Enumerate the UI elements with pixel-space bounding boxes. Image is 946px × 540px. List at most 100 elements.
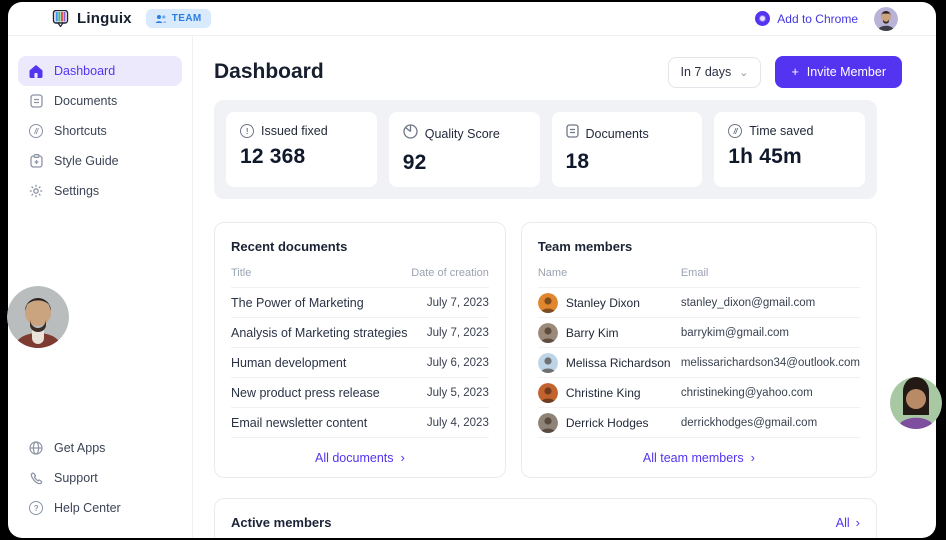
member-email: melissarichardson34@outlook.com	[680, 356, 860, 369]
team-badge-label: TEAM	[171, 13, 202, 24]
stat-value: 12 368	[240, 145, 306, 168]
chevron-right-icon: ›	[400, 450, 405, 465]
sidebar-item-label: Shortcuts	[54, 124, 107, 138]
all-documents-link[interactable]: All documents ›	[231, 450, 489, 465]
gear-icon	[28, 184, 44, 198]
period-dropdown-value: In 7 days	[680, 65, 732, 79]
sidebar-item-label: Style Guide	[54, 154, 119, 168]
globe-icon	[28, 441, 44, 455]
sidebar-item-label: Documents	[54, 94, 118, 108]
people-icon	[155, 14, 167, 23]
plus-icon: +	[791, 65, 799, 79]
add-to-chrome-button[interactable]: Add to Chrome	[755, 11, 858, 26]
decorative-avatar-woman	[890, 377, 942, 429]
member-row[interactable]: Derrick Hodges derrickhodges@gmail.com	[537, 408, 860, 438]
user-avatar-image	[874, 6, 898, 31]
stat-label: Documents	[585, 126, 649, 141]
member-avatar	[537, 322, 558, 343]
document-title: New product press release	[231, 385, 380, 400]
sidebar-item-style-guide[interactable]: Style Guide	[18, 146, 182, 176]
column-header-name: Name	[537, 267, 568, 279]
team-members-card: Team members Name Email Stanley Dixon st…	[520, 222, 877, 478]
document-title: Analysis of Marketing strategies	[231, 325, 408, 340]
member-name: Barry Kim	[565, 325, 619, 340]
stat-card-time-saved: // Time saved 1h 45m	[714, 112, 865, 187]
column-header-email: Email	[680, 267, 709, 279]
member-avatar	[537, 382, 558, 403]
member-email: christineking@yahoo.com	[680, 386, 813, 399]
active-members-all-link[interactable]: All ›	[836, 515, 860, 530]
linguix-logo-icon	[52, 10, 69, 27]
all-team-members-link[interactable]: All team members ›	[538, 450, 860, 465]
document-row[interactable]: Human development July 6, 2023	[231, 348, 489, 378]
main-content: Dashboard In 7 days ⌄ + Invite Member ! …	[193, 36, 936, 538]
slashes-circle-icon: //	[728, 124, 743, 138]
stat-card-documents: Documents 18	[551, 112, 703, 187]
question-circle-icon: ?	[28, 501, 44, 515]
document-row[interactable]: Analysis of Marketing strategies July 7,…	[231, 318, 489, 348]
document-row[interactable]: Email newsletter content July 4, 2023	[231, 408, 489, 438]
add-to-chrome-label: Add to Chrome	[777, 11, 858, 26]
page-title: Dashboard	[214, 60, 324, 83]
team-badge[interactable]: TEAM	[145, 9, 211, 28]
document-date: July 5, 2023	[426, 386, 489, 399]
sidebar-item-label: Support	[54, 471, 98, 485]
member-email: barrykim@gmail.com	[680, 326, 790, 339]
period-dropdown[interactable]: In 7 days ⌄	[667, 56, 762, 88]
sidebar-item-label: Get Apps	[54, 441, 106, 455]
sidebar-item-settings[interactable]: Settings	[18, 176, 182, 206]
recent-documents-title: Recent documents	[231, 239, 348, 254]
document-title: Human development	[231, 355, 347, 370]
member-row[interactable]: Christine King christineking@yahoo.com	[537, 378, 860, 408]
sidebar-item-label: Settings	[54, 184, 100, 198]
column-header-date: Date of creation	[411, 267, 489, 279]
member-row[interactable]: Melissa Richardson melissarichardson34@o…	[537, 348, 860, 378]
stat-label: Issued fixed	[261, 124, 328, 138]
stat-card-issued-fixed: ! Issued fixed 12 368	[226, 112, 377, 187]
document-icon	[565, 124, 579, 143]
document-date: July 4, 2023	[426, 416, 489, 429]
chevron-right-icon: ›	[855, 515, 860, 530]
document-icon	[28, 94, 44, 108]
member-email: stanley_dixon@gmail.com	[680, 296, 816, 309]
member-row[interactable]: Barry Kim barrykim@gmail.com	[537, 318, 860, 348]
phone-icon	[28, 472, 44, 485]
slashes-circle-icon: //	[28, 124, 44, 138]
sidebar-item-label: Dashboard	[54, 64, 116, 78]
sidebar-item-get-apps[interactable]: Get Apps	[18, 433, 182, 463]
active-members-card: Active members All › 100	[214, 498, 877, 538]
member-avatar	[537, 292, 558, 313]
sidebar-item-shortcuts[interactable]: // Shortcuts	[18, 116, 182, 146]
user-avatar[interactable]	[874, 6, 898, 31]
document-date: July 6, 2023	[426, 356, 489, 369]
decorative-avatar-man	[7, 286, 69, 348]
app-window: Linguix TEAM Add to Chrome Dashboard Doc…	[8, 2, 936, 538]
invite-member-button[interactable]: + Invite Member	[775, 56, 902, 88]
sidebar-item-documents[interactable]: Documents	[18, 86, 182, 116]
alert-circle-icon: !	[240, 124, 254, 138]
stat-value: 18	[565, 150, 590, 173]
member-name: Melissa Richardson	[565, 355, 671, 370]
document-row[interactable]: The Power of Marketing July 7, 2023	[231, 288, 489, 318]
all-documents-label: All documents	[314, 450, 394, 465]
member-name: Stanley Dixon	[565, 295, 640, 310]
document-date: July 7, 2023	[426, 326, 489, 339]
sidebar-item-label: Help Center	[54, 501, 121, 515]
chrome-icon	[755, 11, 771, 26]
member-name: Christine King	[565, 385, 641, 400]
stats-strip: ! Issued fixed 12 368 Quality Score 92 D…	[214, 100, 877, 199]
home-icon	[28, 64, 44, 78]
member-row[interactable]: Stanley Dixon stanley_dixon@gmail.com	[537, 288, 860, 318]
all-team-members-label: All team members	[642, 450, 744, 465]
logo[interactable]: Linguix	[52, 10, 132, 27]
sidebar-item-dashboard[interactable]: Dashboard	[18, 56, 182, 86]
document-row[interactable]: New product press release July 5, 2023	[231, 378, 489, 408]
sidebar-item-help-center[interactable]: ? Help Center	[18, 493, 182, 523]
sidebar-item-support[interactable]: Support	[18, 463, 182, 493]
document-title: The Power of Marketing	[231, 295, 364, 310]
invite-member-label: Invite Member	[806, 65, 886, 79]
logo-text: Linguix	[77, 10, 132, 27]
member-avatar	[537, 412, 558, 433]
member-avatar	[537, 352, 558, 373]
recent-documents-card: Recent documents Title Date of creation …	[214, 222, 506, 478]
